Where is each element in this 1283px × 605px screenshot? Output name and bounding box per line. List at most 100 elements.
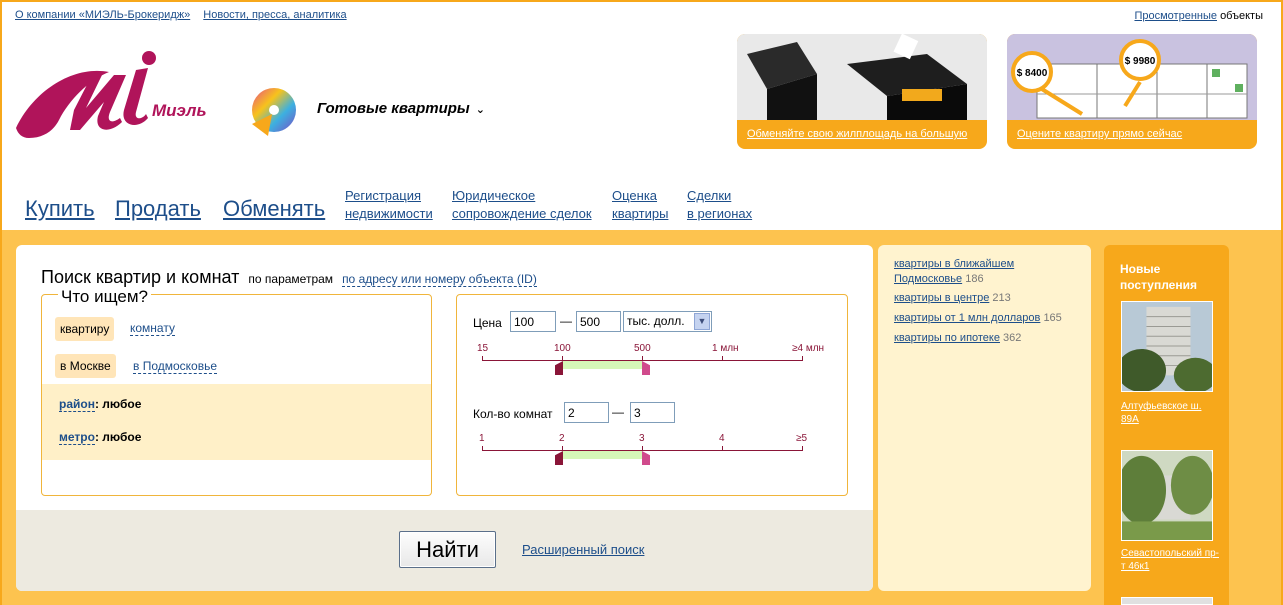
nav-regions-line1: Сделки	[687, 188, 732, 203]
viewed-rest: объекты	[1220, 10, 1263, 22]
viewed-objects: Просмотренные объекты	[1134, 10, 1263, 22]
top-links: О компании «МИЭЛЬ-Брокеридж» Новости, пр…	[15, 9, 357, 21]
nav-evaluation[interactable]: Оценка квартиры	[612, 187, 668, 223]
quick-link-item: квартиры от 1 млн долларов 165	[894, 311, 1084, 326]
quick-link-suburbs[interactable]: квартиры в ближайшем Подмосковье	[894, 258, 1014, 285]
price-dash: —	[560, 314, 572, 328]
logo[interactable]: Миэль	[14, 50, 229, 145]
boxes-image-icon	[737, 34, 987, 120]
region-chip-moscow[interactable]: в Москве	[55, 354, 116, 378]
currency-value: тыс. долл.	[627, 314, 685, 328]
quick-link-count: 165	[1043, 312, 1062, 324]
building-photo-icon[interactable]	[1121, 301, 1213, 392]
section-title-text: Готовые квартиры	[317, 100, 470, 117]
nav-evaluation-line2: квартиры	[612, 206, 669, 221]
metro-key[interactable]: метро	[59, 430, 95, 445]
section-title[interactable]: Готовые квартиры ⌄	[317, 100, 485, 117]
nav-regions[interactable]: Сделки в регионах	[687, 187, 752, 223]
filters-band: район: любое метро: любое	[42, 384, 431, 460]
rooms-tick: 3	[639, 433, 645, 444]
search-title: Поиск квартир и комнат	[41, 267, 240, 287]
quick-link-million[interactable]: квартиры от 1 млн долларов	[894, 312, 1040, 324]
find-button[interactable]: Найти	[399, 531, 496, 568]
price-tick: 15	[477, 343, 489, 354]
nav-evaluation-line1: Оценка	[612, 188, 658, 203]
new-listings-panel: Новые поступления Алтуфьевское ш. 89А Се…	[1104, 245, 1229, 605]
district-key[interactable]: район	[59, 397, 95, 412]
rooms-tick: 2	[559, 433, 565, 444]
nav-exchange[interactable]: Обменять	[223, 196, 325, 222]
rooms-label: Кол-во комнат	[473, 407, 553, 421]
promo-evaluate[interactable]: $ 8400 $ 9980 Оцените квартиру прямо сей…	[1007, 34, 1257, 149]
rooms-from-input[interactable]	[564, 402, 609, 423]
type-option-room[interactable]: комнату	[130, 321, 175, 336]
price-tick: 100	[554, 343, 571, 354]
nav-registration[interactable]: Регистрация недвижимости	[345, 187, 433, 223]
nav-legal-line2: сопровождение сделок	[452, 206, 592, 221]
advanced-search-link[interactable]: Расширенный поиск	[522, 542, 644, 557]
rooms-tick: 1	[479, 433, 485, 444]
metro-value: : любое	[94, 430, 142, 444]
nav-buy[interactable]: Купить	[25, 196, 95, 222]
news-link[interactable]: Новости, пресса, аналитика	[203, 9, 346, 21]
nav-registration-line1: Регистрация	[345, 188, 421, 203]
promo-exchange[interactable]: Обменяйте свою жилплощадь на большую	[737, 34, 987, 149]
price-bubble-left: $ 8400	[1017, 68, 1048, 79]
new-listings-title: Новые поступления	[1120, 262, 1197, 292]
price-tick: 500	[634, 343, 651, 354]
quick-link-center[interactable]: квартиры в центре	[894, 292, 989, 304]
rooms-slider-max-handle[interactable]	[642, 451, 650, 465]
price-slider-track[interactable]	[482, 360, 803, 361]
logo-mark-icon: Миэль	[16, 51, 207, 138]
search-by-params: по параметрам	[248, 272, 334, 286]
params-fieldset: Цена — тыс. долл. ▼ 15 100 500 1 млн ≥4 …	[456, 294, 848, 496]
new-listing-address[interactable]: Алтуфьевское ш. 89А	[1121, 400, 1221, 426]
quick-links-panel: квартиры в ближайшем Подмосковье 186 ква…	[878, 245, 1091, 591]
region-option-suburbs[interactable]: в Подмосковье	[133, 359, 218, 374]
disc-icon	[246, 86, 298, 138]
price-label: Цена	[473, 316, 502, 330]
viewed-link[interactable]: Просмотренные	[1134, 10, 1217, 22]
rooms-slider-track[interactable]	[482, 450, 803, 451]
floorplan-image-icon: $ 8400 $ 9980	[1007, 34, 1257, 120]
district-filter[interactable]: район: любое	[59, 397, 142, 412]
search-panel: Поиск квартир и комнат по параметрам по …	[16, 245, 873, 591]
district-value: : любое	[94, 397, 142, 411]
price-slider-range	[563, 361, 642, 369]
nav-legal[interactable]: Юридическое сопровождение сделок	[452, 187, 592, 223]
what-legend: Что ищем?	[58, 287, 151, 307]
price-from-input[interactable]	[510, 311, 556, 332]
promo-exchange-caption[interactable]: Обменяйте свою жилплощадь на большую	[747, 128, 967, 140]
currency-select[interactable]: тыс. долл. ▼	[623, 311, 712, 332]
new-listing-address[interactable]: Севастопольский пр-т 46к1	[1121, 547, 1221, 573]
price-tick: 1 млн	[712, 343, 739, 354]
quick-link-item: квартиры в центре 213	[894, 291, 1084, 306]
price-slider-max-handle[interactable]	[642, 361, 650, 375]
price-slider-min-handle[interactable]	[555, 361, 563, 375]
rooms-to-input[interactable]	[630, 402, 675, 423]
building-photo-icon[interactable]	[1121, 450, 1213, 541]
metro-filter[interactable]: метро: любое	[59, 430, 142, 445]
about-company-link[interactable]: О компании «МИЭЛЬ-Брокеридж»	[15, 9, 190, 21]
nav-registration-line2: недвижимости	[345, 206, 433, 221]
rooms-slider-range	[563, 451, 642, 459]
quick-link-count: 362	[1003, 332, 1022, 344]
quick-link-item: квартиры в ближайшем Подмосковье 186	[894, 257, 1084, 287]
rooms-dash: —	[612, 405, 624, 419]
nav-regions-line2: в регионах	[687, 206, 753, 221]
price-to-input[interactable]	[576, 311, 621, 332]
promo-evaluate-caption[interactable]: Оцените квартиру прямо сейчас	[1017, 128, 1182, 140]
type-chip-apartment[interactable]: квартиру	[55, 317, 115, 341]
rooms-slider-min-handle[interactable]	[555, 451, 563, 465]
quick-link-count: 186	[965, 273, 984, 285]
building-photo-partial[interactable]	[1121, 597, 1213, 605]
quick-link-mortgage[interactable]: квартиры по ипотеке	[894, 332, 1000, 344]
quick-link-count: 213	[992, 292, 1011, 304]
nav-sell[interactable]: Продать	[115, 196, 201, 222]
price-tick: ≥4 млн	[792, 343, 825, 354]
select-arrow-icon[interactable]: ▼	[694, 313, 710, 330]
search-by-address-link[interactable]: по адресу или номеру объекта (ID)	[342, 272, 537, 287]
chevron-down-icon[interactable]: ⌄	[476, 104, 485, 116]
rooms-tick: 4	[719, 433, 725, 444]
quick-link-item: квартиры по ипотеке 362	[894, 331, 1084, 346]
